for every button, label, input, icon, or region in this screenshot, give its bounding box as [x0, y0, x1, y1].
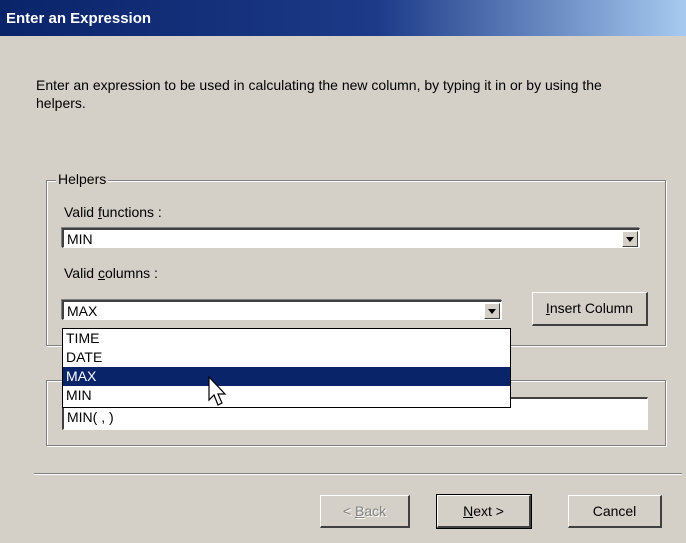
button-label: nsert Column	[549, 300, 634, 316]
list-item[interactable]: DATE	[63, 348, 510, 367]
button-label: ext >	[473, 503, 504, 519]
chevron-down-icon[interactable]	[484, 303, 500, 319]
cancel-button[interactable]: Cancel	[568, 495, 662, 528]
label-text: Valid	[64, 204, 98, 220]
label-text: Valid	[64, 265, 98, 281]
intro-text: Enter an expression to be used in calcul…	[36, 77, 602, 111]
window-title: Enter an Expression	[6, 10, 152, 27]
chevron-down-icon[interactable]	[622, 231, 638, 247]
button-label: ack	[364, 503, 387, 519]
expression-value: MIN( , )	[67, 409, 114, 425]
functions-dropdown[interactable]: MIN	[62, 228, 640, 248]
title-bar: Enter an Expression	[0, 0, 686, 36]
accelerator-key: B	[354, 503, 365, 519]
list-item[interactable]: TIME	[63, 329, 510, 348]
mouse-cursor-icon	[208, 376, 227, 406]
accelerator-key: N	[463, 503, 474, 519]
valid-functions-label: Valid functions :	[64, 204, 162, 220]
label-text: olumns :	[104, 265, 158, 281]
list-item-selected[interactable]: MAX	[63, 367, 510, 386]
next-button[interactable]: Next >	[436, 494, 532, 529]
accelerator-key: c	[97, 265, 105, 281]
functions-dropdown-value: MIN	[67, 231, 93, 247]
insert-column-button[interactable]: Insert Column	[532, 292, 648, 326]
button-label: <	[342, 503, 355, 519]
label-text: unctions :	[101, 204, 162, 220]
list-item[interactable]: MIN	[63, 386, 510, 405]
button-label: Cancel	[592, 503, 637, 519]
columns-dropdown-value: MAX	[67, 303, 98, 319]
back-button[interactable]: < Back	[320, 495, 410, 528]
helpers-legend: Helpers	[56, 171, 109, 187]
columns-dropdown[interactable]: MAX	[62, 300, 502, 320]
divider	[34, 473, 682, 475]
columns-dropdown-list[interactable]: TIME DATE MAX MIN	[62, 328, 511, 408]
valid-columns-label: Valid columns :	[64, 265, 158, 281]
